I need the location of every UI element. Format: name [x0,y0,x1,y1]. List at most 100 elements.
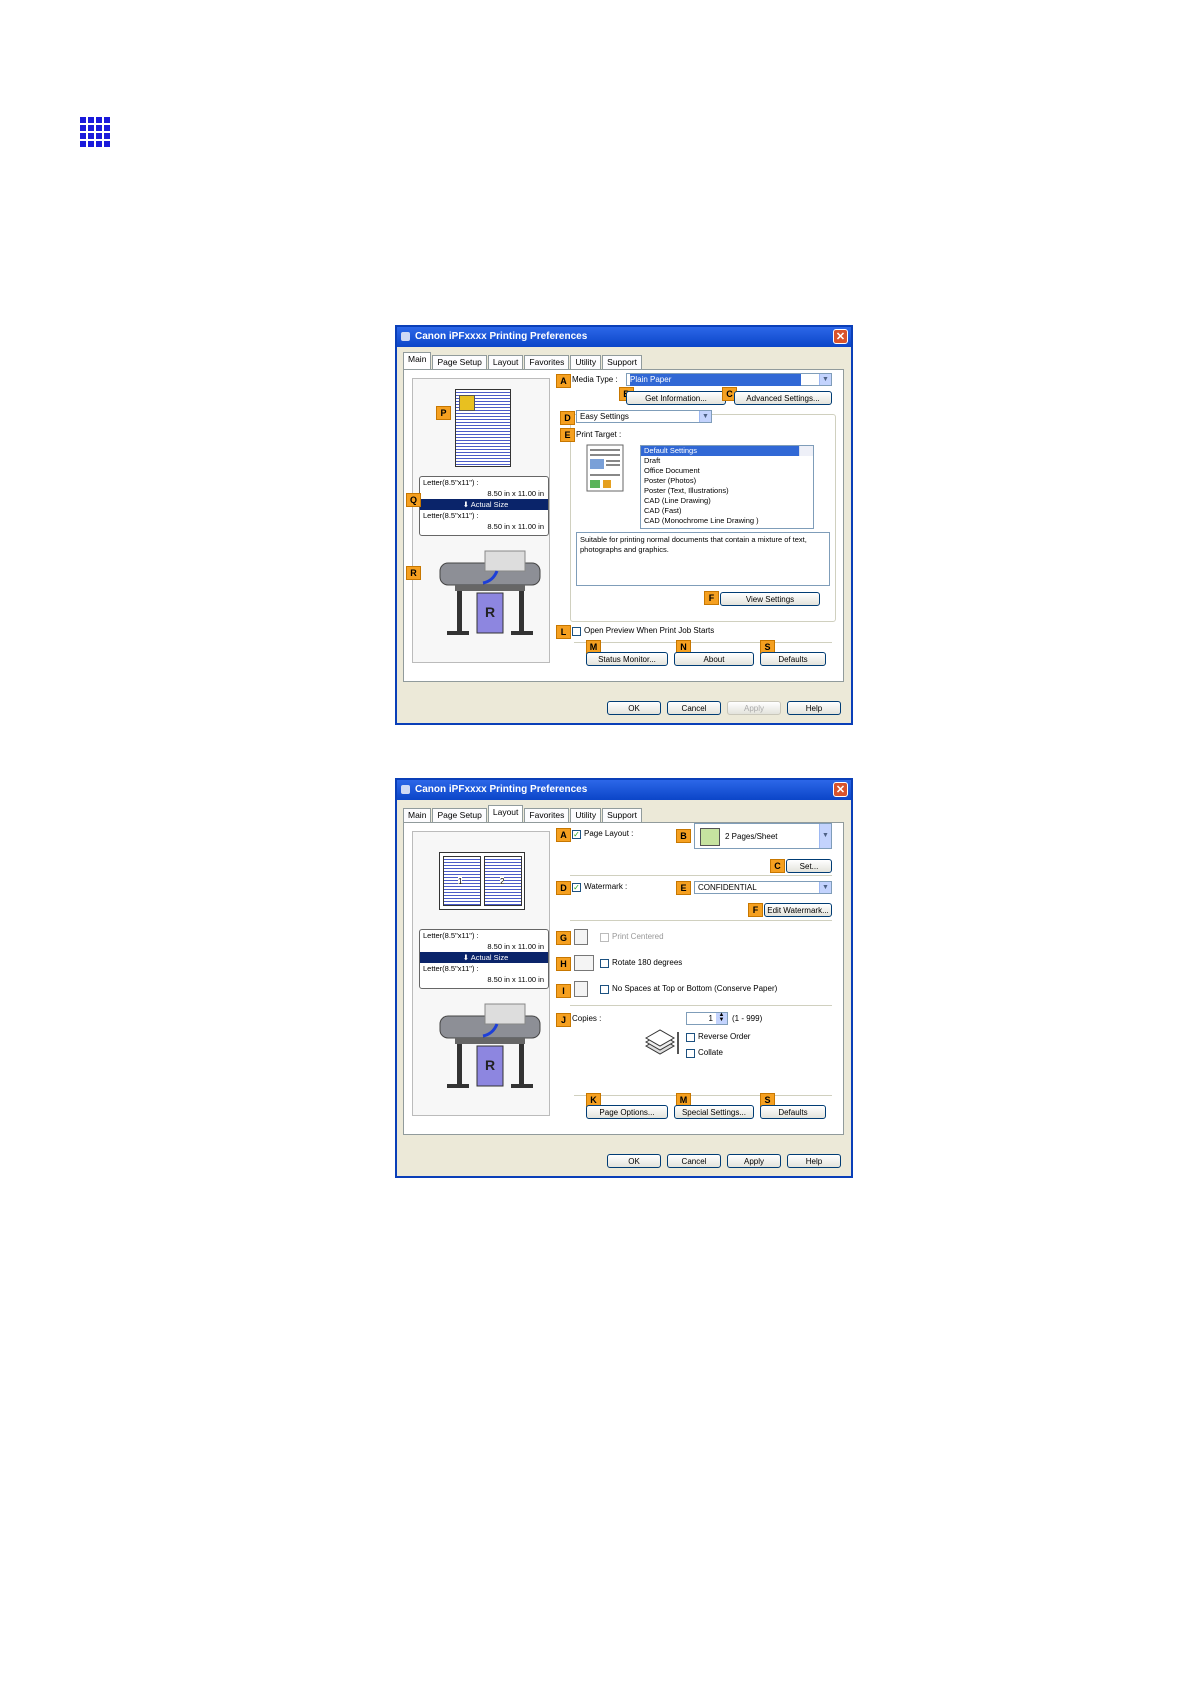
list-item[interactable]: CAD (Monochrome Line Drawing ) [641,516,813,526]
apply-button[interactable]: Apply [727,701,781,715]
collate-checkbox[interactable] [686,1049,695,1058]
list-item[interactable]: Poster (Text, Illustrations) [641,486,813,496]
page-layout-checkbox[interactable]: ✓ [572,830,581,839]
list-item[interactable]: Default Settings [641,446,813,456]
svg-text:R: R [485,1057,495,1073]
print-centered-icon [574,929,588,945]
dialog-title: Canon iPFxxxx Printing Preferences [415,784,588,795]
set-button[interactable]: Set... [786,859,832,873]
defaults-button[interactable]: Defaults [760,1105,826,1119]
tab-main[interactable]: Main [403,808,432,822]
get-information-button[interactable]: Get Information... [626,391,726,405]
description-box: Suitable for printing normal documents t… [576,532,830,586]
list-item[interactable]: Draft [641,456,813,466]
pages-per-sheet-select[interactable]: 2 Pages/Sheet ▼ [694,823,832,849]
list-item[interactable]: Office Document [641,466,813,476]
tab-utility[interactable]: Utility [570,355,602,369]
main-tab-panel: Letter(8.5"x11") : 8.50 in x 11.00 in ⬇ … [403,369,844,682]
reverse-order-checkbox[interactable] [686,1033,695,1042]
view-settings-button[interactable]: View Settings [720,592,820,606]
defaults-button[interactable]: Defaults [760,652,826,666]
thumb-number: 1 [458,877,463,886]
no-spaces-checkbox[interactable] [600,985,609,994]
conserve-paper-icon [574,981,588,997]
size-line: 8.50 in x 11.00 in [487,975,544,984]
printer-app-icon [401,332,410,341]
size-line: 8.50 in x 11.00 in [487,522,544,531]
callout-q: Q [406,493,421,507]
callout-a: A [556,374,571,388]
apply-button[interactable]: Apply [727,1154,781,1168]
preview-area: Letter(8.5"x11") : 8.50 in x 11.00 in ⬇ … [412,378,550,663]
stacked-pages-icon [644,1029,679,1055]
tab-main[interactable]: Main [403,352,432,369]
close-icon[interactable]: ✕ [833,329,848,344]
tab-strip: Main Page Setup Layout Favorites Utility… [403,352,643,369]
edit-watermark-button[interactable]: Edit Watermark... [764,903,832,917]
callout-c: C [770,859,785,873]
collate-label: Collate [698,1048,723,1057]
list-item[interactable]: CAD (Line Drawing) [641,496,813,506]
copies-range: (1 - 999) [732,1014,763,1023]
page-options-button[interactable]: Page Options... [586,1105,668,1119]
printing-preferences-dialog-layout: Canon iPFxxxx Printing Preferences ✕ Mai… [395,778,853,1178]
layout-tab-panel: 1 2 Letter(8.5"x11") : 8.50 in x 11.00 i… [403,822,844,1135]
media-type-select[interactable]: Plain Paper ▼ [626,373,832,386]
help-button[interactable]: Help [787,1154,841,1168]
tab-favorites[interactable]: Favorites [524,355,570,369]
paper-size-info: Letter(8.5"x11") : 8.50 in x 11.00 in ⬇ … [419,476,549,536]
cancel-button[interactable]: Cancel [667,1154,721,1168]
about-button[interactable]: About [674,652,754,666]
size-line: Letter(8.5"x11") : [423,478,479,487]
svg-text:R: R [485,604,495,620]
divider [574,642,832,643]
cancel-button[interactable]: Cancel [667,701,721,715]
page-layout-label: Page Layout : [584,829,634,838]
copies-stepper[interactable]: 1 ▲ ▼ [686,1012,728,1025]
special-settings-button[interactable]: Special Settings... [674,1105,754,1119]
printer-app-icon [401,785,410,794]
divider [574,1095,832,1096]
tab-support[interactable]: Support [602,355,642,369]
document-type-icon [586,444,624,492]
callout-p: P [436,406,451,420]
help-button[interactable]: Help [787,701,841,715]
open-preview-checkbox[interactable] [572,627,581,636]
watermark-checkbox[interactable]: ✓ [572,883,581,892]
list-item[interactable]: Poster (Photos) [641,476,813,486]
ok-button[interactable]: OK [607,701,661,715]
advanced-settings-button[interactable]: Advanced Settings... [734,391,832,405]
tab-page-setup[interactable]: Page Setup [432,355,487,369]
callout-a: A [556,828,571,842]
print-centered-checkbox[interactable] [600,933,609,942]
callout-d: D [560,411,575,425]
tab-layout[interactable]: Layout [487,355,524,369]
tab-page-setup[interactable]: Page Setup [432,808,487,822]
status-monitor-button[interactable]: Status Monitor... [586,652,668,666]
close-icon[interactable]: ✕ [833,782,848,797]
list-scrollbar[interactable] [799,446,813,456]
rotate-checkbox[interactable] [600,959,609,968]
callout-g: G [556,931,571,945]
watermark-select[interactable]: CONFIDENTIAL ▼ [694,881,832,894]
open-preview-label: Open Preview When Print Job Starts [584,626,715,635]
ok-button[interactable]: OK [607,1154,661,1168]
easy-settings-select[interactable]: Easy Settings ▼ [576,410,712,423]
printing-preferences-dialog-main: Canon iPFxxxx Printing Preferences ✕ Mai… [395,325,853,725]
print-target-list[interactable]: Default Settings Draft Office Document P… [640,445,814,529]
tab-utility[interactable]: Utility [570,808,602,822]
tab-support[interactable]: Support [602,808,642,822]
list-item[interactable]: CAD (Fast) [641,506,813,516]
callout-b: B [676,829,691,843]
callout-d: D [556,881,571,895]
callout-e: E [676,881,691,895]
chevron-down-icon: ▼ [819,374,831,385]
actual-size-row: ⬇ Actual Size [420,499,548,510]
print-centered-label: Print Centered [612,932,664,941]
printer-icon: R [439,550,541,635]
size-line: 8.50 in x 11.00 in [487,942,544,951]
tab-favorites[interactable]: Favorites [524,808,570,822]
spin-arrows-icon: ▲ ▼ [716,1012,727,1024]
tab-layout[interactable]: Layout [487,805,524,822]
divider [570,875,832,876]
